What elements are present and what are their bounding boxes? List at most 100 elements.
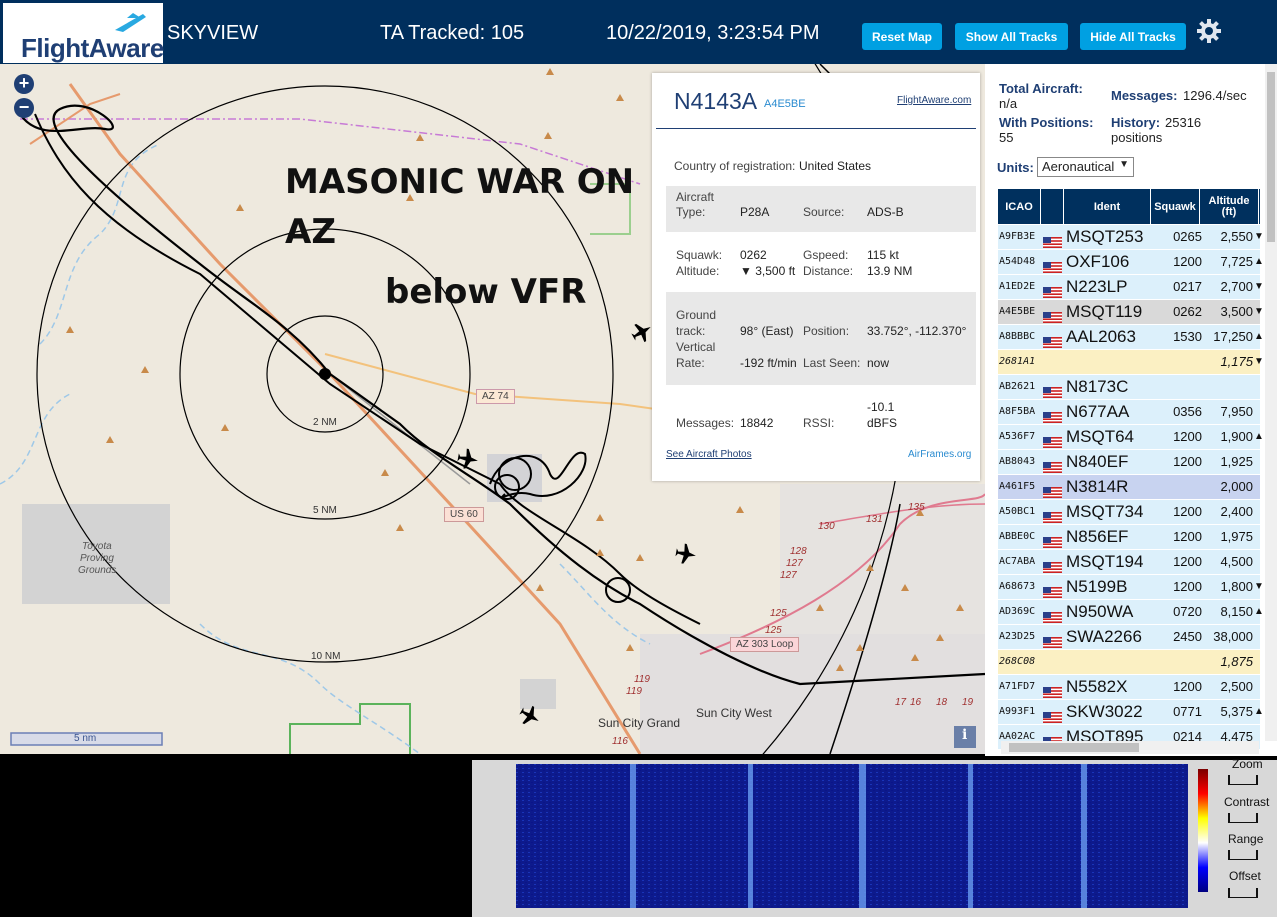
show-all-tracks-button[interactable]: Show All Tracks — [955, 23, 1068, 50]
reset-map-button[interactable]: Reset Map — [862, 23, 942, 50]
row-ident: MSQT253 — [1066, 227, 1144, 246]
contrast-label: Contrast — [1224, 795, 1270, 809]
row-ident: N950WA — [1066, 602, 1134, 621]
table-row[interactable]: A8BBBC AAL2063 1530 17,250 ▲ — [998, 325, 1264, 350]
table-row[interactable]: A4E5BE MSQT119 0262 3,500 ▼ — [998, 300, 1264, 325]
airframes-link[interactable]: AirFrames.org — [908, 449, 971, 460]
row-vertical-arrow: ▲ — [1254, 256, 1264, 267]
us-flag-icon — [1043, 607, 1062, 623]
table-row[interactable]: 268C08 1,875 — [998, 650, 1260, 675]
zoom-in-button[interactable]: + — [14, 74, 34, 94]
row-icao: A54D48 — [999, 256, 1036, 267]
units-select[interactable]: Aeronautical ▼ — [1037, 157, 1134, 177]
range-label-10nm: 10 NM — [311, 651, 341, 662]
row-icao: AD369C — [999, 606, 1036, 617]
row-ident: MSQT194 — [1066, 552, 1144, 571]
units-select-value: Aeronautical — [1042, 159, 1115, 174]
row-squawk — [1158, 350, 1202, 374]
column-header-icao[interactable]: ICAO — [998, 189, 1041, 224]
row-altitude: 8,150 — [1220, 604, 1253, 619]
detail-row-bg — [666, 292, 976, 385]
range-slider[interactable] — [1228, 850, 1258, 860]
table-row[interactable]: A54D48 OXF106 1200 7,725 ▲ — [998, 250, 1264, 275]
table-row[interactable]: AC7ABA MSQT194 1200 4,500 — [998, 550, 1260, 575]
park-boundary — [289, 703, 411, 754]
row-vertical-arrow: ▲ — [1254, 706, 1264, 717]
row-ident: N856EF — [1066, 527, 1129, 546]
offset-slider[interactable] — [1228, 888, 1258, 898]
urban-area — [780, 484, 985, 634]
column-header-ident[interactable]: Ident — [1064, 189, 1151, 224]
popup-hex: A4E5BE — [764, 98, 806, 110]
column-header-altitude-unit: (ft) — [1221, 205, 1237, 218]
aircraft-table-header: ICAO Ident Squawk Altitude (ft) — [998, 189, 1260, 224]
table-row[interactable]: A68673 N5199B 1200 1,800 ▼ — [998, 575, 1264, 600]
table-row[interactable]: A71FD7 N5582X 1200 2,500 — [998, 675, 1260, 700]
table-row[interactable]: A461F5 N3814R 2,000 — [998, 475, 1260, 500]
row-altitude: 1,900 — [1220, 429, 1253, 444]
range-label-2nm: 2 NM — [313, 417, 337, 428]
scrollbar-thumb[interactable] — [1009, 743, 1139, 752]
vertical-rate-label: Rate: — [676, 356, 705, 370]
row-vertical-arrow: ▼ — [1254, 581, 1264, 592]
info-button[interactable]: i — [962, 727, 967, 743]
us-flag-icon — [1043, 457, 1062, 473]
table-row[interactable]: A9FB3E MSQT253 0265 2,550 ▼ — [998, 225, 1264, 250]
sidebar-vertical-scrollbar[interactable] — [1265, 64, 1277, 741]
distance-label: Distance: — [803, 264, 854, 278]
place-label: Grounds — [78, 565, 117, 576]
divider — [656, 128, 976, 129]
range-label-5nm: 5 NM — [313, 505, 337, 516]
wash-stream — [559, 563, 651, 645]
aircraft-icon[interactable] — [674, 542, 697, 565]
overlay-text-line-3: below VFR — [385, 272, 587, 312]
sidebar-horizontal-scrollbar[interactable] — [1001, 741, 1259, 754]
row-icao: A993F1 — [999, 706, 1036, 717]
row-squawk: 0262 — [1173, 304, 1202, 319]
table-row[interactable]: A50BC1 MSQT734 1200 2,400 — [998, 500, 1260, 525]
zoom-out-button[interactable]: − — [14, 98, 34, 118]
row-altitude: 3,500 — [1220, 304, 1253, 319]
table-row[interactable]: 2681A1 1,175 ▼ — [998, 350, 1264, 375]
table-row[interactable]: A993F1 SKW3022 0771 5,375 ▲ — [998, 700, 1264, 725]
messages-label: Messages: — [1111, 88, 1178, 103]
units-label: Units: — [997, 160, 1034, 175]
table-row[interactable]: ABBE0C N856EF 1200 1,975 — [998, 525, 1260, 550]
table-row[interactable]: A23D25 SWA2266 2450 38,000 — [998, 625, 1260, 650]
table-row[interactable]: A1ED2E N223LP 0217 2,700 ▼ — [998, 275, 1264, 300]
row-icao: AB2621 — [999, 381, 1036, 392]
road-label-az303: AZ 303 Loop — [730, 637, 800, 652]
table-row[interactable]: A8F5BA N677AA 0356 7,950 — [998, 400, 1260, 425]
us-flag-icon — [1043, 307, 1062, 323]
column-header-altitude[interactable]: Altitude (ft) — [1200, 189, 1259, 224]
see-aircraft-photos-link[interactable]: See Aircraft Photos — [666, 449, 752, 460]
row-squawk — [1158, 650, 1202, 674]
road-label-us60: US 60 — [444, 507, 484, 522]
table-row[interactable]: AD369C N950WA 0720 8,150 ▲ — [998, 600, 1264, 625]
rssi-unit: dBFS — [867, 416, 898, 430]
row-vertical-arrow: ▲ — [1254, 606, 1264, 617]
hide-all-tracks-button[interactable]: Hide All Tracks — [1080, 23, 1186, 50]
row-ident: MSQT64 — [1066, 427, 1135, 446]
row-squawk: 1530 — [1173, 329, 1202, 344]
overlay-text-line-1: MASONIC WAR ON — [285, 162, 635, 202]
row-altitude: 2,400 — [1220, 504, 1253, 519]
aircraft-sidebar: Total Aircraft: n/a Messages: 1296.4/sec… — [985, 64, 1277, 756]
row-vertical-arrow: ▼ — [1254, 306, 1264, 317]
contrast-slider[interactable] — [1228, 813, 1258, 823]
column-header-squawk[interactable]: Squawk — [1151, 189, 1200, 224]
aircraft-detail-popup: N4143A A4E5BE FlightAware.com Country of… — [652, 73, 980, 481]
flightaware-logo[interactable]: FlightAware — [3, 3, 164, 63]
table-row[interactable]: AB8043 N840EF 1200 1,925 — [998, 450, 1260, 475]
row-icao: 2681A1 — [999, 356, 1036, 367]
table-row[interactable]: A536F7 MSQT64 1200 1,900 ▲ — [998, 425, 1264, 450]
row-squawk: 1200 — [1173, 454, 1202, 469]
offset-label: Offset — [1229, 869, 1261, 883]
gear-icon[interactable] — [1196, 18, 1222, 44]
flightaware-link[interactable]: FlightAware.com — [897, 95, 971, 106]
zoom-slider[interactable] — [1228, 775, 1258, 785]
row-squawk: 2450 — [1173, 629, 1202, 644]
column-header-flag[interactable] — [1041, 189, 1064, 224]
scrollbar-thumb[interactable] — [1267, 72, 1275, 242]
table-row[interactable]: AB2621 N8173C — [998, 375, 1260, 400]
